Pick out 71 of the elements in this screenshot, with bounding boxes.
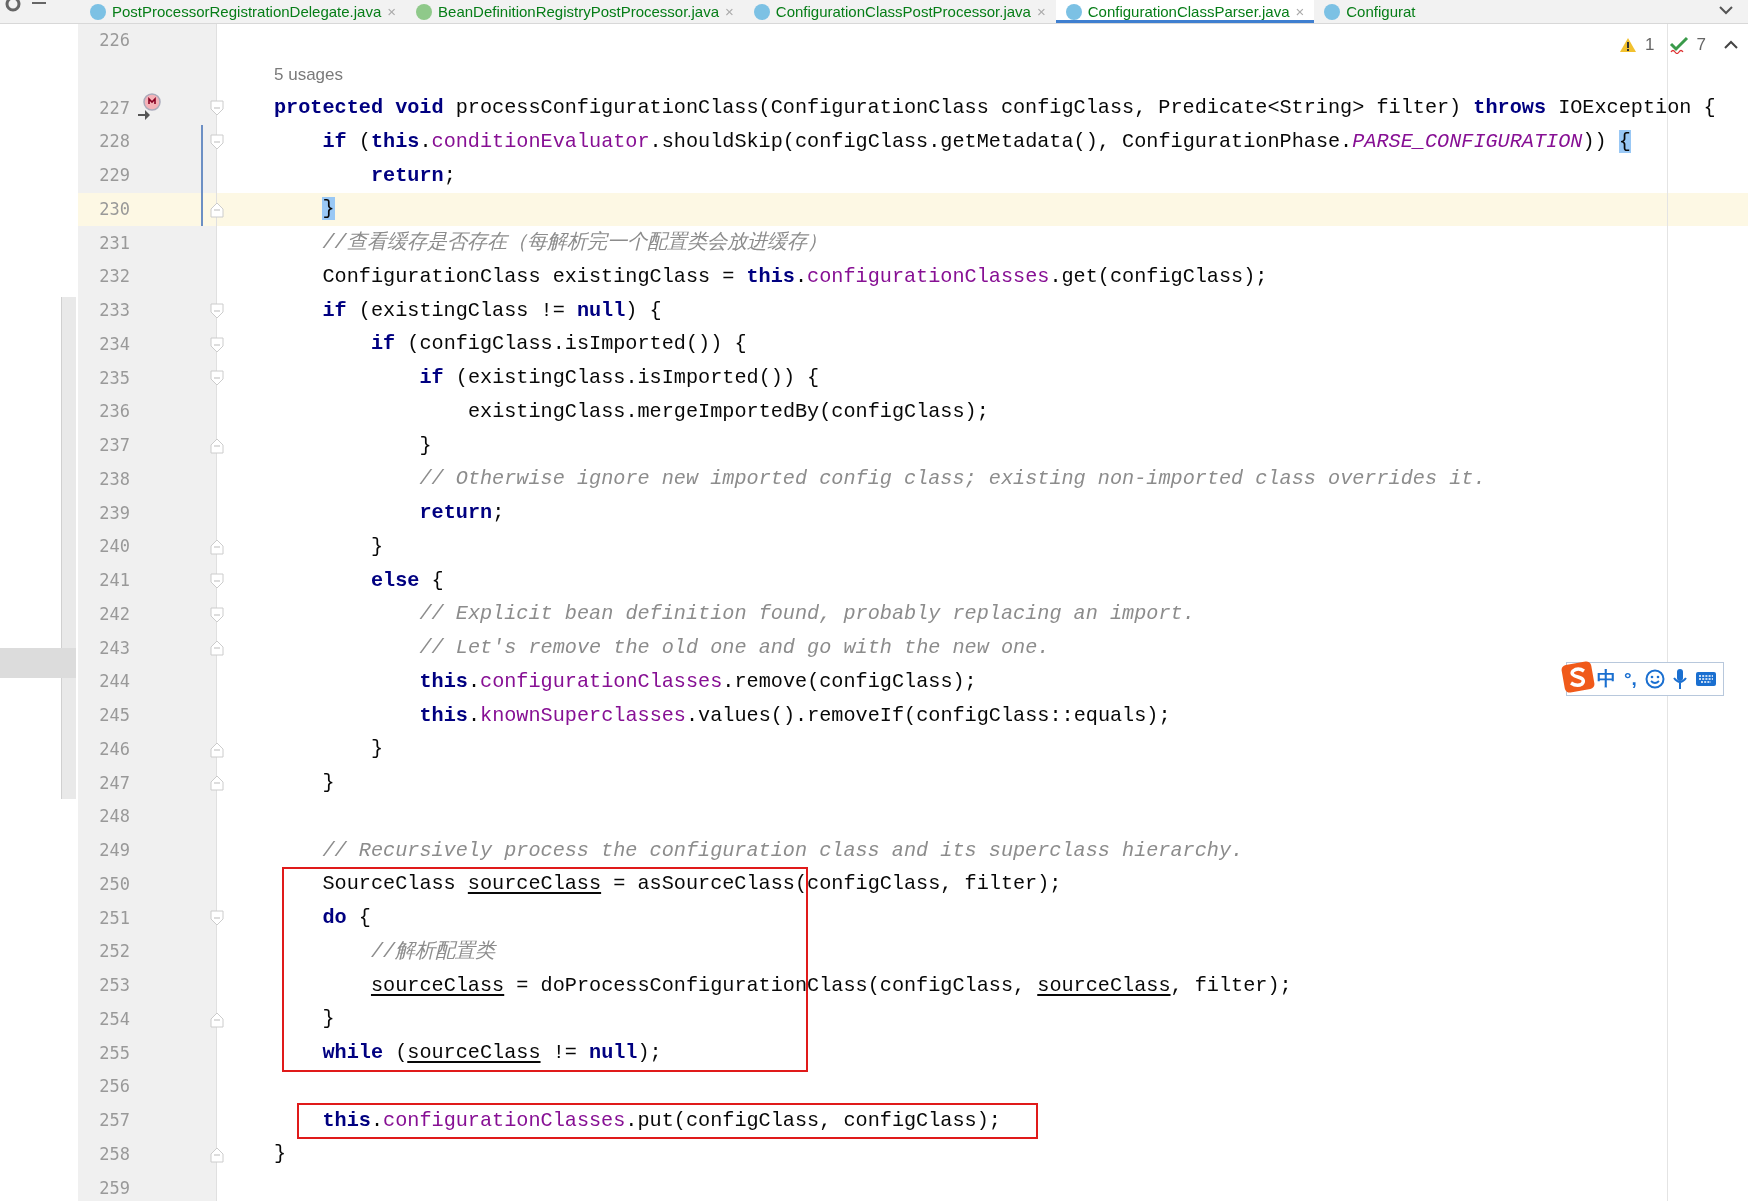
code-comment: //查看缓存是否存在（每解析完一个配置类会放进缓存） (322, 231, 827, 256)
check-count[interactable]: 7 (1696, 31, 1706, 58)
line-number: 232 (98, 265, 130, 289)
code-line: this.knownSuperclasses.values().removeIf(configClass::equals); (419, 703, 1171, 728)
line-number: 252 (98, 940, 130, 964)
line-number: 258 (98, 1142, 130, 1166)
code-line: if (configClass.isImported()) { (370, 332, 747, 357)
file-tab[interactable]: PostProcessorRegistrationDelegate.java × (80, 0, 407, 23)
line-number: 250 (98, 872, 130, 896)
code-line: ConfigurationClass existingClass = this.configurationClasses.get(configClass); (322, 264, 1268, 290)
line-number: 227 (98, 96, 130, 120)
line-number: 254 (98, 1007, 130, 1031)
code-line: if (existingClass.isImported()) { (419, 366, 820, 391)
line-number: 243 (98, 636, 130, 660)
code-comment: // Let's remove the old one and go with the new one. (419, 636, 1050, 661)
line-number: 230 (98, 197, 130, 221)
code-line: } (419, 433, 432, 458)
line-number: 253 (98, 974, 130, 998)
line-number: 234 (98, 332, 130, 356)
code-line: } (322, 771, 335, 796)
line-number: 228 (98, 130, 130, 154)
line-number: 238 (98, 467, 130, 491)
line-number: 226 (98, 29, 130, 53)
line-number: 256 (98, 1075, 130, 1099)
line-number: 251 (98, 906, 130, 930)
code-line: return; (370, 163, 456, 188)
line-number: 231 (98, 231, 130, 255)
code-line: } (370, 737, 384, 762)
code-line: this.configurationClasses.remove(configClass); (419, 669, 977, 695)
line-number: 245 (98, 704, 130, 728)
code-line: existingClass.mergeImportedBy(configClass); (467, 399, 989, 425)
code-comment: //解析配置类 (370, 939, 496, 965)
line-number: 237 (98, 434, 130, 458)
code-line: protected void processConfigurationClass(ConfigurationClass configClass, Predicate<String> filter) throws IOException { (274, 96, 1716, 121)
line-number: 229 (98, 164, 130, 188)
punctuation-toggle[interactable]: °, (1624, 664, 1637, 694)
line-number: 246 (98, 737, 130, 761)
warning-count[interactable]: 1 (1645, 31, 1655, 58)
code-line: } (274, 1142, 287, 1167)
code-line: return; (419, 501, 505, 526)
line-number: 255 (98, 1041, 130, 1065)
code-line: do { (322, 906, 371, 931)
input-mode-toggle[interactable]: 中 (1597, 664, 1616, 694)
file-tab[interactable]: BeanDefinitionRegistryPostProcessor.java × (406, 0, 744, 23)
file-tab[interactable]: ConfigurationClassParser.java × (1055, 0, 1315, 23)
code-line: if (this.conditionEvaluator.shouldSkip(configClass.getMetadata(), ConfigurationPhase.PARSE_CONFIGURATION)) { (322, 129, 1631, 155)
line-number: 239 (98, 501, 130, 525)
line-number: 257 (98, 1109, 130, 1133)
line-number: 236 (98, 400, 130, 424)
code-line: } (370, 534, 384, 560)
code-comment: // Recursively process the configuration class and its superclass hierarchy. (322, 838, 1244, 863)
code-comment: // Explicit bean definition found, probably replacing an import. (419, 602, 1195, 627)
file-tab[interactable]: Configurat (1314, 0, 1426, 23)
line-number: 240 (98, 535, 130, 559)
line-number: 244 (98, 670, 130, 694)
file-tab[interactable]: ConfigurationClassPostProcessor.java × (743, 0, 1056, 23)
usages-hint[interactable]: 5 usages (217, 61, 343, 88)
code-comment: // Otherwise ignore new imported config class; existing non-imported class overrides it. (419, 467, 1486, 492)
line-number: 247 (98, 771, 130, 795)
line-number: 242 (98, 602, 130, 626)
line-number: 248 (98, 805, 130, 829)
code-line: } (322, 1007, 335, 1032)
line-number: 249 (98, 839, 130, 863)
line-number: 241 (98, 569, 130, 593)
code-line: if (existingClass != null) { (322, 298, 662, 323)
code-line: while (sourceClass != null); (322, 1041, 662, 1066)
line-number: 235 (98, 366, 130, 390)
code-line: else { (370, 568, 444, 593)
line-number: 233 (98, 299, 130, 323)
line-number: 259 (98, 1176, 130, 1200)
code-line: this.configurationClasses.put(configClass, configClass); (322, 1108, 1001, 1133)
